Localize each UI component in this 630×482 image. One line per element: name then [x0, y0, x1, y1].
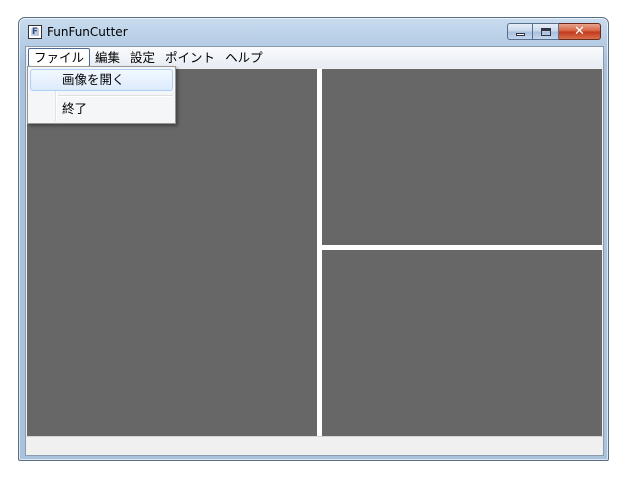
menu-item-open-image[interactable]: 画像を開く [30, 69, 173, 91]
preview-pane-bottom[interactable] [322, 250, 602, 436]
menu-point[interactable]: ポイント [160, 48, 220, 67]
status-bar [26, 436, 603, 455]
maximize-icon [541, 28, 551, 36]
menu-separator [58, 95, 173, 97]
menu-settings[interactable]: 設定 [125, 48, 160, 67]
minimize-button[interactable] [507, 23, 533, 40]
title-bar[interactable]: F FunFunCutter ✕ [19, 18, 608, 46]
file-menu-dropdown: 画像を開く 終了 [27, 66, 176, 124]
menu-item-exit[interactable]: 終了 [30, 98, 173, 120]
close-button[interactable]: ✕ [559, 23, 601, 40]
maximize-button[interactable] [533, 23, 559, 40]
minimize-icon [516, 33, 525, 36]
close-icon: ✕ [574, 24, 585, 39]
menu-edit[interactable]: 編集 [90, 48, 125, 67]
menu-file[interactable]: ファイル [28, 48, 91, 67]
workspace [27, 69, 602, 436]
caption-buttons: ✕ [507, 23, 601, 41]
preview-pane-top[interactable] [322, 69, 602, 245]
menu-bar: ファイル 編集 設定 ポイント ヘルプ [26, 47, 603, 68]
app-icon-letter: F [31, 27, 39, 37]
source-image-pane[interactable] [27, 69, 317, 436]
menu-help[interactable]: ヘルプ [220, 48, 268, 67]
window-title: FunFunCutter [47, 25, 128, 39]
app-icon[interactable]: F [28, 25, 42, 39]
